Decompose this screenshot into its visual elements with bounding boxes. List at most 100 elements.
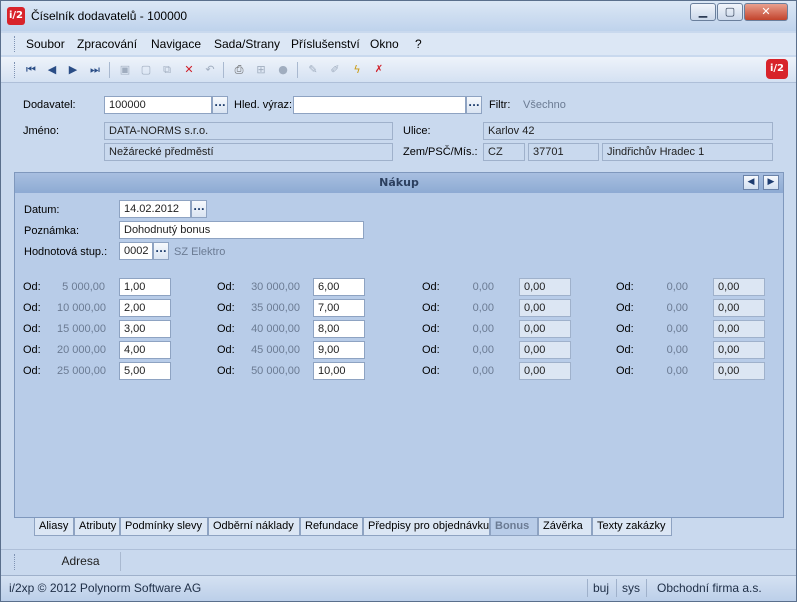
name-field: DATA-NORMS s.r.o. (104, 122, 393, 140)
undo-icon[interactable]: ↶ (202, 62, 218, 78)
zip-label: Zem/PSČ/Mís.: (403, 146, 478, 158)
date-picker-button[interactable]: ... (191, 200, 207, 218)
edit-icon[interactable]: ✎ (305, 62, 321, 78)
from-amount: 0,00 (666, 281, 688, 293)
menu-grip[interactable] (14, 36, 17, 52)
from-amount: 35 000,00 (251, 302, 300, 314)
from-amount: 0,00 (666, 365, 688, 377)
date-field[interactable]: 14.02.2012 (119, 200, 191, 218)
od-label: Od: (23, 302, 41, 314)
search-input[interactable] (293, 96, 466, 114)
from-amount: 0,00 (472, 365, 494, 377)
bonus-field[interactable]: 1,00 (119, 278, 171, 296)
from-amount: 40 000,00 (251, 323, 300, 335)
name-label: Jméno: (23, 125, 60, 137)
city-field: Jindřichův Hradec 1 (602, 143, 773, 161)
od-label: Od: (616, 365, 634, 377)
copy-icon[interactable]: ⧉ (159, 62, 175, 78)
menu-soubor[interactable]: Soubor (26, 37, 65, 51)
tab-aliasy[interactable]: Aliasy (34, 518, 74, 536)
od-label: Od: (616, 344, 634, 356)
tab-zaverka[interactable]: Závěrka (538, 518, 592, 536)
next-record-icon[interactable]: ▶ (65, 62, 81, 78)
menu-navigace[interactable]: Navigace (151, 37, 201, 51)
status-bar: i/2xp © 2012 Polynorm Software AG buj sy… (1, 575, 796, 601)
status-copyright: i/2xp © 2012 Polynorm Software AG (9, 581, 202, 595)
close-button[interactable]: ✕ (744, 3, 788, 21)
tab-strip: Aliasy Atributy Podmínky slevy Odběrní n… (14, 518, 784, 538)
from-amount: 0,00 (666, 323, 688, 335)
od-label: Od: (616, 281, 634, 293)
disabled-icon[interactable]: ● (275, 62, 291, 78)
save-icon[interactable]: ▣ (117, 62, 133, 78)
bonus-field[interactable]: 5,00 (119, 362, 171, 380)
app-logo-icon[interactable]: i/2 (7, 7, 25, 25)
filter-value: Všechno (523, 99, 566, 111)
panel-next-icon[interactable]: ▶ (763, 175, 779, 190)
tab-odberni-naklady[interactable]: Odběrní náklady (208, 518, 300, 536)
od-label: Od: (23, 323, 41, 335)
status-system: sys (622, 581, 640, 595)
supplier-field[interactable]: 100000 (104, 96, 212, 114)
bonus-field[interactable]: 2,00 (119, 299, 171, 317)
structure-icon[interactable]: ⊞ (253, 62, 269, 78)
search-lookup-button[interactable]: ... (466, 96, 482, 114)
bonus-field[interactable]: 10,00 (313, 362, 365, 380)
bonus-field[interactable]: 9,00 (313, 341, 365, 359)
address-bar: Adresa (1, 549, 796, 573)
supplier-lookup-button[interactable]: ... (212, 96, 228, 114)
menu-okno[interactable]: Okno (370, 37, 399, 51)
bonus-field: 0,00 (713, 341, 765, 359)
app-window: i/2 Číselník dodavatelů - 100000 ▁ ▢ ✕ S… (0, 0, 797, 602)
toolbar-separator (297, 62, 298, 78)
first-record-icon[interactable]: ⏮ (23, 62, 39, 78)
tab-predpisy[interactable]: Předpisy pro objednávku (363, 518, 490, 536)
bonus-field: 0,00 (713, 299, 765, 317)
level-lookup-button[interactable]: ... (153, 242, 169, 260)
bonus-field[interactable]: 8,00 (313, 320, 365, 338)
previous-record-icon[interactable]: ◀ (44, 62, 60, 78)
status-company: Obchodní firma a.s. (657, 581, 762, 595)
menu-help[interactable]: ? (415, 37, 422, 51)
menu-zpracovani[interactable]: Zpracování (77, 37, 137, 51)
panel-title: Nákup (15, 173, 783, 193)
edit-alt-icon[interactable]: ✐ (327, 62, 343, 78)
toolbar: ⏮ ◀ ▶ ⏭ ▣ ▢ ⧉ ✕ ↶ ⎙ ⊞ ● ✎ ✐ ϟ ✗ (1, 57, 796, 83)
level-field[interactable]: 0002 (119, 242, 153, 260)
new-icon[interactable]: ▢ (138, 62, 154, 78)
tab-refundace[interactable]: Refundace (300, 518, 363, 536)
bonus-field: 0,00 (519, 299, 571, 317)
od-label: Od: (422, 302, 440, 314)
od-label: Od: (217, 365, 235, 377)
bonus-field[interactable]: 3,00 (119, 320, 171, 338)
minimize-button[interactable]: ▁ (690, 3, 716, 21)
menu-sada-strany[interactable]: Sada/Strany (214, 37, 280, 51)
menu-prislusenstvi[interactable]: Příslušenství (291, 37, 360, 51)
filter-icon[interactable]: ϟ (349, 62, 365, 78)
note-field[interactable]: Dohodnutý bonus (119, 221, 364, 239)
toolbar-grip[interactable] (14, 62, 17, 78)
note-label: Poznámka: (24, 225, 80, 237)
address-button[interactable]: Adresa (41, 552, 121, 571)
tab-bonus[interactable]: Bonus (490, 518, 538, 536)
tab-podminky-slevy[interactable]: Podmínky slevy (120, 518, 208, 536)
bonus-field: 0,00 (713, 278, 765, 296)
tab-atributy[interactable]: Atributy (74, 518, 120, 536)
address-grip[interactable] (14, 554, 17, 570)
delete-icon[interactable]: ✕ (181, 62, 197, 78)
tab-texty-zakazky[interactable]: Texty zakázky (592, 518, 672, 536)
street-label: Ulice: (403, 125, 431, 137)
bonus-field[interactable]: 7,00 (313, 299, 365, 317)
od-label: Od: (23, 344, 41, 356)
print-icon[interactable]: ⎙ (231, 62, 247, 78)
last-record-icon[interactable]: ⏭ (87, 62, 103, 78)
from-amount: 5 000,00 (62, 281, 105, 293)
filter-clear-icon[interactable]: ✗ (371, 62, 387, 78)
status-separator (587, 579, 588, 597)
od-label: Od: (422, 281, 440, 293)
panel-prev-icon[interactable]: ◀ (743, 175, 759, 190)
bonus-field[interactable]: 6,00 (313, 278, 365, 296)
bonus-field[interactable]: 4,00 (119, 341, 171, 359)
maximize-button[interactable]: ▢ (717, 3, 743, 21)
from-amount: 50 000,00 (251, 365, 300, 377)
